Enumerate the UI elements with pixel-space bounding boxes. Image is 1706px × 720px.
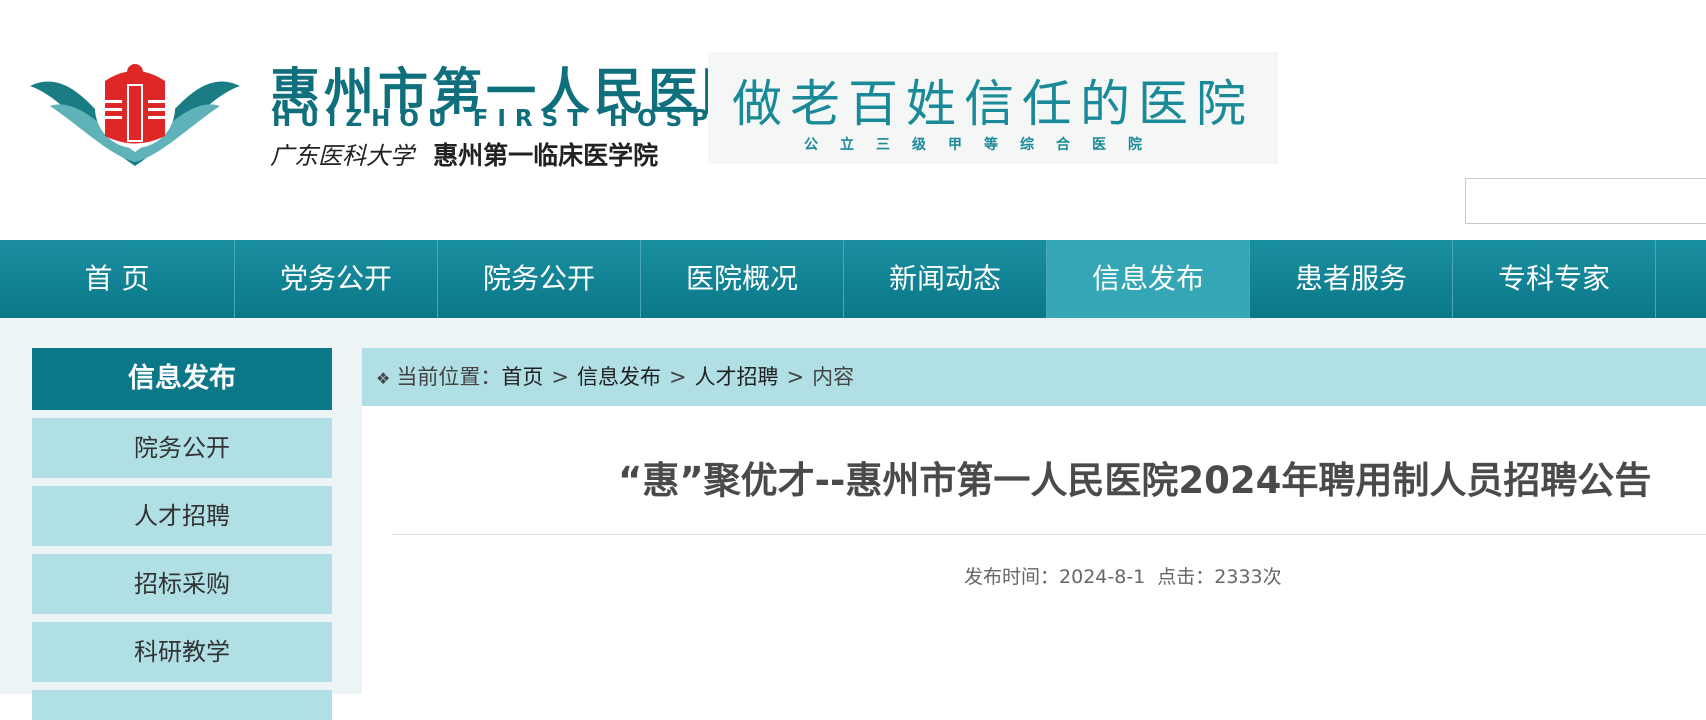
breadcrumb-recruitment[interactable]: 人才招聘 [695, 365, 779, 389]
click-count: 2333次 [1214, 566, 1282, 588]
breadcrumb-separator: > [551, 365, 569, 389]
clicks-label: 点击： [1157, 566, 1215, 588]
publish-date: 2024-8-1 [1059, 566, 1146, 588]
nav-item-overview[interactable]: 医院概况 [641, 240, 844, 318]
sidebar-item-partial[interactable] [32, 690, 332, 720]
nav-item-info-release[interactable]: 信息发布 [1047, 240, 1250, 318]
breadcrumb-separator: > [786, 365, 805, 389]
college-name: 惠州第一临床医学院 [433, 141, 659, 170]
article-meta: 发布时间：2024-8-1 点击：2333次 [964, 562, 1282, 589]
nav-item-home[interactable]: 首 页 [0, 240, 235, 318]
hospital-logo[interactable]: 惠州市第一人民医院 HUIZHOU FIRST HOSPITAL 广东医科大学 … [30, 48, 799, 170]
breadcrumb-current: 内容 [812, 365, 855, 389]
logo-subtitle: 广东医科大学 惠州第一临床医学院 [270, 136, 658, 172]
sidebar-title: 信息发布 [32, 348, 332, 410]
sidebar-item-research-teaching[interactable]: 科研教学 [32, 622, 332, 682]
main-nav: 首 页 党务公开 院务公开 医院概况 新闻动态 信息发布 患者服务 专科专家 [0, 240, 1706, 318]
university-name: 广东医科大学 [270, 142, 414, 170]
hospital-emblem-icon [30, 64, 240, 166]
nav-item-patient-service[interactable]: 患者服务 [1250, 240, 1453, 318]
nav-item-specialists[interactable]: 专科专家 [1453, 240, 1656, 318]
breadcrumb: ❖ 当前位置：首页 > 信息发布 > 人才招聘 > 内容 [362, 348, 1706, 406]
publish-label: 发布时间： [964, 566, 1060, 588]
diamond-bullet-icon: ❖ [376, 369, 391, 388]
article-title: “惠”聚优才--惠州市第一人民医院2024年聘用制人员招聘公告 [618, 459, 1652, 502]
nav-item-news[interactable]: 新闻动态 [844, 240, 1047, 318]
slogan-main: 做老百姓信任的医院 [732, 75, 1254, 133]
nav-item-hospital-affairs[interactable]: 院务公开 [438, 240, 641, 318]
sidebar-item-procurement[interactable]: 招标采购 [32, 554, 332, 614]
sidebar-item-hospital-affairs[interactable]: 院务公开 [32, 418, 332, 478]
content-panel: ❖ 当前位置：首页 > 信息发布 > 人才招聘 > 内容 “惠”聚优才--惠州市第一人民医院2… [362, 348, 1706, 694]
breadcrumb-separator: > [668, 365, 687, 389]
nav-item-party-affairs[interactable]: 党务公开 [235, 240, 438, 318]
breadcrumb-prefix: 当前位置： [396, 365, 502, 389]
slogan-banner: 做老百姓信任的医院 公立三级甲等综合医院 [708, 52, 1278, 164]
sidebar: 信息发布 院务公开 人才招聘 招标采购 科研教学 [32, 348, 332, 720]
search-input[interactable] [1465, 178, 1706, 224]
breadcrumb-info-release[interactable]: 信息发布 [577, 365, 661, 389]
main-area: 信息发布 院务公开 人才招聘 招标采购 科研教学 ❖ 当前位置：首页 > 信息发布 > 人… [0, 318, 1706, 720]
slogan-sub: 公立三级甲等综合医院 [804, 137, 1164, 153]
sidebar-item-recruitment[interactable]: 人才招聘 [32, 486, 332, 546]
site-header: 惠州市第一人民医院 HUIZHOU FIRST HOSPITAL 广东医科大学 … [0, 0, 1706, 240]
breadcrumb-home[interactable]: 首页 [501, 365, 543, 389]
title-divider [392, 534, 1706, 535]
